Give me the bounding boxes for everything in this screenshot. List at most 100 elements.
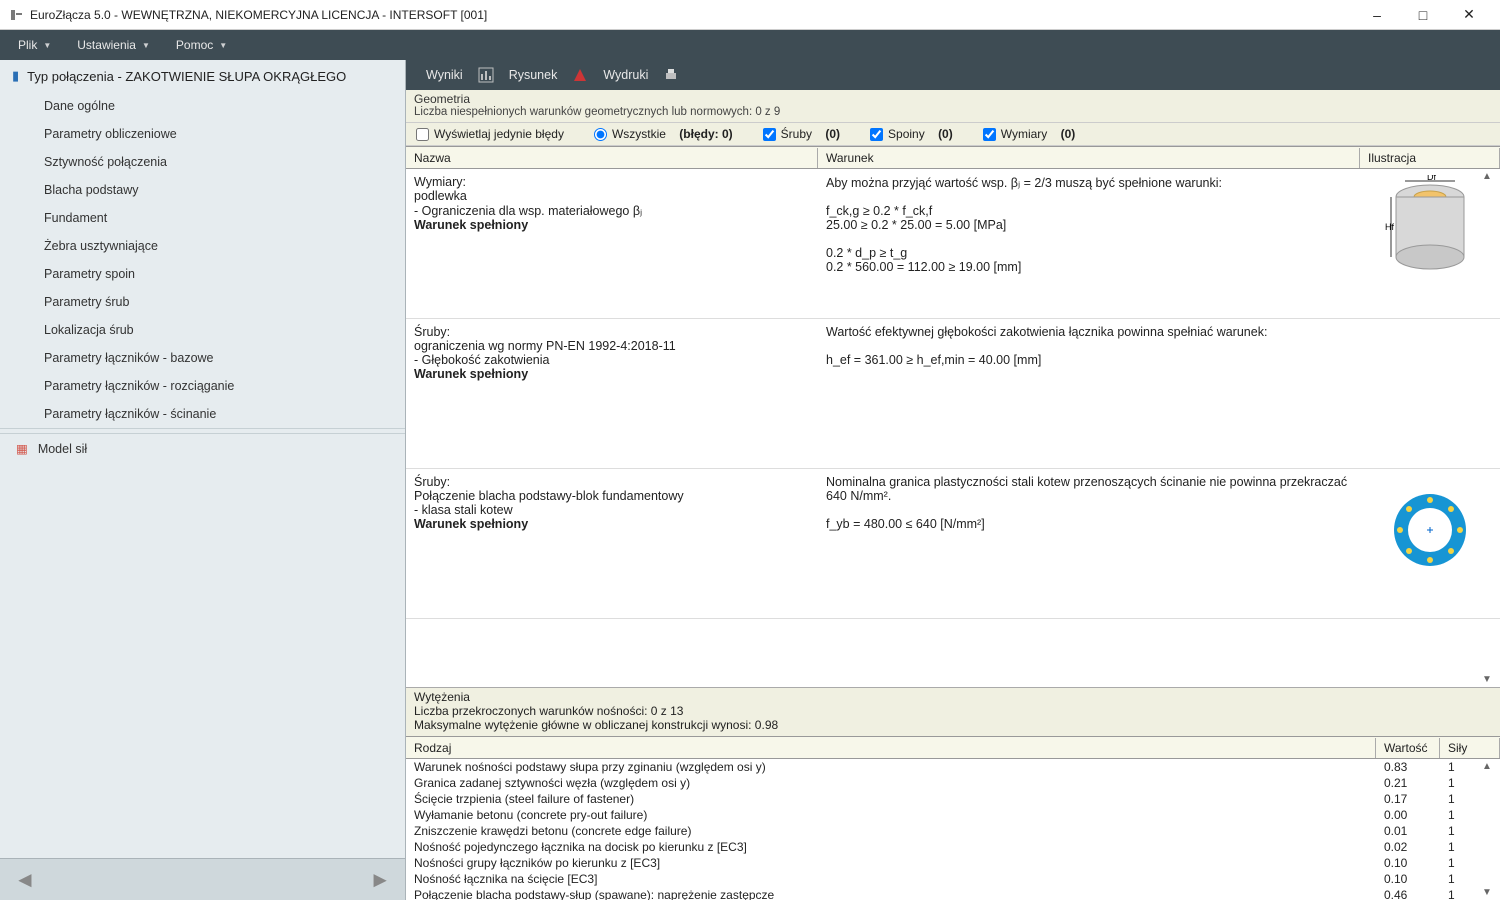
cell-forces: 1 — [1440, 808, 1500, 822]
cell-value: 0.46 — [1376, 888, 1440, 900]
cell-value: 0.02 — [1376, 840, 1440, 854]
svg-text:Hf: Hf — [1385, 222, 1394, 232]
drawing-icon[interactable] — [571, 66, 589, 84]
window-title: EuroZłącza 5.0 - WEWNĘTRZNA, NIEKOMERCYJ… — [30, 8, 1354, 22]
tab-drawing[interactable]: Rysunek — [499, 64, 568, 86]
chevron-down-icon: ▼ — [43, 41, 51, 50]
sidebar-item[interactable]: Parametry łączników - bazowe — [0, 344, 405, 372]
cell-forces: 1 — [1440, 792, 1500, 806]
cell-value: 0.21 — [1376, 776, 1440, 790]
cell-value: 0.17 — [1376, 792, 1440, 806]
titlebar: EuroZłącza 5.0 - WEWNĘTRZNA, NIEKOMERCYJ… — [0, 0, 1500, 30]
cell-type: Warunek nośności podstawy słupa przy zgi… — [406, 760, 1376, 774]
table-row: Nośność łącznika na ścięcie [EC3]0.101 — [406, 871, 1500, 887]
model-icon: ▦ — [16, 441, 28, 456]
cell-condition: Nominalna granica plastyczności stali ko… — [818, 475, 1360, 598]
column-header-value[interactable]: Wartość — [1376, 738, 1440, 758]
sidebar-item[interactable]: Sztywność połączenia — [0, 148, 405, 176]
table-row: Nośność pojedynczego łącznika na docisk … — [406, 839, 1500, 855]
tab-printouts[interactable]: Wydruki — [593, 64, 658, 86]
effort-panel-header: Wytężenia Liczba przekroczonych warunków… — [406, 687, 1500, 736]
cell-type: Nośność łącznika na ścięcie [EC3] — [406, 872, 1376, 886]
checkbox-welds[interactable]: Spoiny (0) — [870, 127, 953, 141]
sidebar-item[interactable]: Parametry łączników - rozciąganie — [0, 372, 405, 400]
cell-forces: 1 — [1440, 888, 1500, 900]
column-header-type[interactable]: Rodzaj — [406, 738, 1376, 758]
table-row: Warunek nośności podstawy słupa przy zgi… — [406, 759, 1500, 775]
cell-type: Nośności grupy łączników po kierunku z [… — [406, 856, 1376, 870]
cell-forces: 1 — [1440, 856, 1500, 870]
sidebar: ▮ Typ połączenia - ZAKOTWIENIE SŁUPA OKR… — [0, 60, 406, 900]
cell-value: 0.10 — [1376, 856, 1440, 870]
checkbox-dims[interactable]: Wymiary (0) — [983, 127, 1076, 141]
cell-name: Śruby:ograniczenia wg normy PN-EN 1992-4… — [406, 325, 818, 448]
table-row: Połączenie blacha podstawy-słup (spawane… — [406, 887, 1500, 900]
minimize-button[interactable]: – — [1354, 0, 1400, 30]
scroll-down-icon[interactable]: ▼ — [1482, 674, 1498, 685]
column-header-condition[interactable]: Warunek — [818, 148, 1360, 168]
checkbox-errors-only[interactable]: Wyświetlaj jedynie błędy — [416, 127, 564, 141]
menu-file[interactable]: Plik▼ — [8, 34, 61, 56]
cell-forces: 1 — [1440, 840, 1500, 854]
effort-table: Rodzaj Wartość Siły Warunek nośności pod… — [406, 736, 1500, 900]
sidebar-item[interactable]: Dane ogólne — [0, 92, 405, 120]
printer-icon[interactable] — [662, 66, 680, 84]
column-icon: ▮ — [12, 68, 19, 84]
connection-type-header[interactable]: ▮ Typ połączenia - ZAKOTWIENIE SŁUPA OKR… — [0, 60, 405, 92]
table-row: Ścięcie trzpienia (steel failure of fast… — [406, 791, 1500, 807]
chevron-down-icon: ▼ — [219, 41, 227, 50]
cell-value: 0.00 — [1376, 808, 1440, 822]
maximize-button[interactable]: □ — [1400, 0, 1446, 30]
sidebar-item[interactable]: Żebra usztywniające — [0, 232, 405, 260]
cell-type: Ścięcie trzpienia (steel failure of fast… — [406, 792, 1376, 806]
cell-forces: 1 — [1440, 760, 1500, 774]
table-row: Nośności grupy łączników po kierunku z [… — [406, 855, 1500, 871]
cell-type: Połączenie blacha podstawy-słup (spawane… — [406, 888, 1376, 900]
cell-value: 0.10 — [1376, 872, 1440, 886]
table-row: Zniszczenie krawędzi betonu (concrete ed… — [406, 823, 1500, 839]
sidebar-item[interactable]: Lokalizacja śrub — [0, 316, 405, 344]
column-header-illustration[interactable]: Ilustracja — [1360, 148, 1500, 168]
cell-name: Śruby:Połączenie blacha podstawy-blok fu… — [406, 475, 818, 598]
results-icon[interactable] — [477, 66, 495, 84]
table-row: Śruby:Połączenie blacha podstawy-blok fu… — [406, 469, 1500, 619]
sidebar-item[interactable]: Blacha podstawy — [0, 176, 405, 204]
sidebar-item[interactable]: Parametry spoin — [0, 260, 405, 288]
filter-bar: Wyświetlaj jedynie błędy Wszystkie (błęd… — [406, 123, 1500, 146]
tab-results[interactable]: Wyniki — [416, 64, 473, 86]
sidebar-item[interactable]: Parametry łączników - ścinanie — [0, 400, 405, 428]
cell-forces: 1 — [1440, 824, 1500, 838]
geometry-panel-header: Geometria Liczba niespełnionych warunków… — [406, 90, 1500, 123]
sidebar-item[interactable]: Parametry obliczeniowe — [0, 120, 405, 148]
cell-type: Granica zadanej sztywności węzła (względ… — [406, 776, 1376, 790]
cell-value: 0.83 — [1376, 760, 1440, 774]
menu-settings[interactable]: Ustawienia▼ — [67, 34, 160, 56]
menu-help[interactable]: Pomoc▼ — [166, 34, 237, 56]
table-row: Wymiary:podlewka- Ograniczenia dla wsp. … — [406, 169, 1500, 319]
close-button[interactable]: ✕ — [1446, 0, 1492, 30]
cell-illustration — [1360, 325, 1500, 448]
cell-type: Nośność pojedynczego łącznika na docisk … — [406, 840, 1376, 854]
cell-type: Wyłamanie betonu (concrete pry-out failu… — [406, 808, 1376, 822]
app-icon — [8, 7, 24, 23]
checkbox-bolts[interactable]: Śruby (0) — [763, 127, 840, 141]
table-row: Wyłamanie betonu (concrete pry-out failu… — [406, 807, 1500, 823]
cell-illustration — [1360, 475, 1500, 598]
cell-condition: Aby można przyjąć wartość wsp. βⱼ = 2/3 … — [818, 175, 1360, 298]
cell-forces: 1 — [1440, 776, 1500, 790]
sidebar-item-model-sil[interactable]: ▦ Model sił — [0, 433, 405, 463]
sidebar-item[interactable]: Parametry śrub — [0, 288, 405, 316]
cell-name: Wymiary:podlewka- Ograniczenia dla wsp. … — [406, 175, 818, 298]
cell-illustration: Hf Df — [1360, 175, 1500, 298]
column-header-forces[interactable]: Siły — [1440, 738, 1500, 758]
nav-back-button[interactable]: ◄ — [14, 867, 36, 893]
svg-text:Df: Df — [1427, 175, 1436, 182]
table-row: Granica zadanej sztywności węzła (względ… — [406, 775, 1500, 791]
cell-type: Zniszczenie krawędzi betonu (concrete ed… — [406, 824, 1376, 838]
geometry-table: Nazwa Warunek Ilustracja ▲▼ Wymiary:podl… — [406, 146, 1500, 687]
cell-value: 0.01 — [1376, 824, 1440, 838]
radio-all[interactable]: Wszystkie (błędy: 0) — [594, 127, 733, 141]
column-header-name[interactable]: Nazwa — [406, 148, 818, 168]
sidebar-item[interactable]: Fundament — [0, 204, 405, 232]
nav-forward-button[interactable]: ► — [369, 867, 391, 893]
